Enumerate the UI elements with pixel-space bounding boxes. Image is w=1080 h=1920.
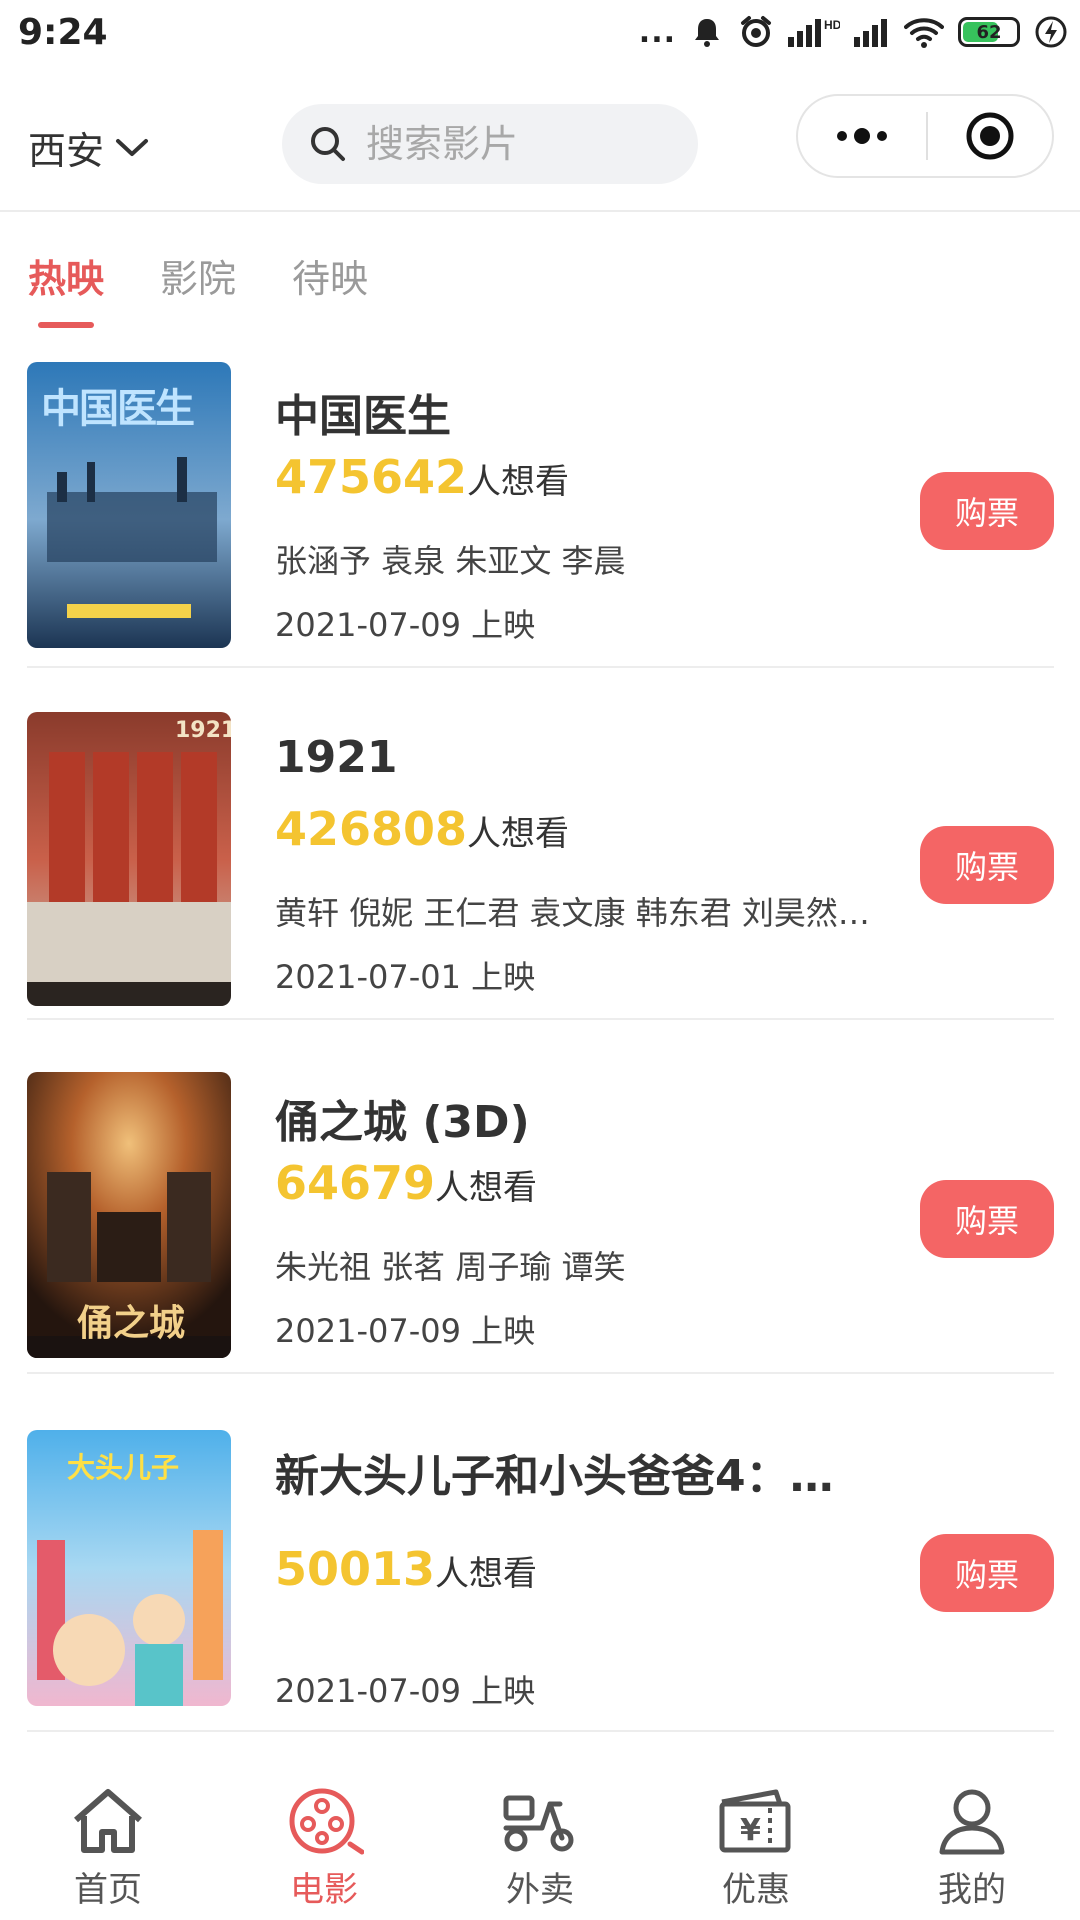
film-reel-icon (289, 1788, 364, 1855)
coupon-icon: ¥ (719, 1789, 791, 1853)
movie-title: 1921 (275, 732, 398, 783)
nav-profile[interactable]: 我的 (864, 1760, 1080, 1920)
movie-item[interactable]: 俑之城 俑之城 (3D) 64679 人想看 朱光祖 张茗 周子瑜 谭笑 202… (27, 1056, 1054, 1374)
alarm-icon (741, 16, 771, 47)
more-options-button[interactable] (798, 96, 926, 176)
category-tabs: 热映 影院 待映 (0, 212, 1080, 332)
scooter-icon (503, 1795, 574, 1852)
want-count: 50013 (275, 1542, 436, 1596)
battery-icon: 62 (958, 17, 1020, 47)
tab-now-showing[interactable]: 热映 (28, 248, 104, 303)
want-count: 475642 (275, 450, 468, 504)
chevron-down-icon (116, 138, 149, 156)
nav-takeout[interactable]: 外卖 (432, 1760, 648, 1920)
signal-icon (854, 19, 887, 47)
search-input[interactable] (364, 121, 688, 167)
movie-poster[interactable]: 俑之城 (27, 1072, 231, 1358)
buy-ticket-button[interactable]: 购票 (920, 1534, 1054, 1612)
nav-home[interactable]: 首页 (0, 1760, 216, 1920)
search-box[interactable] (282, 104, 698, 184)
nav-label: 我的 (938, 1870, 1006, 1910)
want-to-see: 426808 人想看 (275, 802, 569, 856)
poster-title: 俑之城 (77, 1303, 186, 1344)
status-bar: 9:24 ... HD 62 (0, 0, 1080, 72)
movie-title: 俑之城 (3D) (275, 1097, 530, 1148)
city-name: 西安 (28, 129, 105, 173)
wifi-icon (904, 18, 944, 48)
nav-label: 外卖 (506, 1870, 574, 1910)
miniprogram-capsule (796, 94, 1054, 178)
bottom-navigation: 首页 电影 外卖 ¥ 优惠 我的 (0, 1760, 1080, 1920)
release-date: 2021-07-01 上映 (275, 958, 536, 996)
want-count: 64679 (275, 1156, 436, 1210)
buy-ticket-button[interactable]: 购票 (920, 472, 1054, 550)
close-miniprogram-button[interactable] (928, 96, 1052, 176)
battery-level: 62 (976, 21, 1002, 43)
city-selector[interactable]: 西安 (28, 120, 150, 175)
search-icon (311, 127, 345, 161)
user-icon (939, 1789, 1005, 1855)
buy-ticket-button[interactable]: 购票 (920, 1180, 1054, 1258)
want-suffix: 人想看 (435, 1554, 538, 1594)
tab-coming-soon[interactable]: 待映 (292, 248, 368, 303)
movie-poster[interactable]: 大头儿子 (27, 1430, 231, 1706)
movie-poster[interactable]: 中国医生 (27, 362, 231, 648)
more-dots-icon (837, 128, 887, 144)
want-to-see: 64679 人想看 (275, 1156, 537, 1210)
svg-text:¥: ¥ (740, 1813, 761, 1848)
poster-title: 中国医生 (41, 386, 195, 432)
release-date: 2021-07-09 上映 (275, 1672, 536, 1710)
movie-cast: 张涵予 袁泉 朱亚文 李晨 (275, 542, 626, 580)
movie-title: 中国医生 (275, 391, 451, 442)
nav-label: 优惠 (722, 1870, 790, 1910)
poster-title: 1921 (175, 718, 231, 743)
want-count: 426808 (275, 802, 468, 856)
poster-title: 大头儿子 (67, 1451, 180, 1484)
more-notifications-text: ... (638, 14, 676, 50)
nav-movie[interactable]: 电影 (216, 1760, 432, 1920)
home-icon (74, 1789, 142, 1853)
active-tab-indicator (38, 322, 94, 328)
signal-hd-icon: HD (788, 18, 840, 47)
svg-text:HD: HD (824, 18, 840, 32)
movie-cast: 黄轩 倪妮 王仁君 袁文康 韩东君 刘昊然… (275, 894, 870, 932)
movie-item[interactable]: 大头儿子 新大头儿子和小头爸爸4：… 50013 人想看 2021-07-09 … (27, 1410, 1054, 1732)
nav-label: 电影 (290, 1870, 358, 1910)
want-suffix: 人想看 (435, 1168, 538, 1208)
movie-cast: 朱光祖 张茗 周子瑜 谭笑 (275, 1248, 626, 1286)
tab-cinemas[interactable]: 影院 (160, 248, 236, 303)
want-suffix: 人想看 (467, 814, 570, 854)
want-suffix: 人想看 (467, 462, 570, 502)
target-close-icon (966, 112, 1014, 160)
charging-icon (1035, 16, 1067, 48)
release-date: 2021-07-09 上映 (275, 1312, 536, 1350)
top-bar: 西安 (0, 80, 1080, 212)
nav-label: 首页 (74, 1870, 142, 1910)
status-icons: ... HD 62 (639, 14, 1068, 50)
want-to-see: 475642 人想看 (275, 450, 569, 504)
status-time: 9:24 (18, 12, 108, 53)
movie-item[interactable]: 1921 1921 426808 人想看 黄轩 倪妮 王仁君 袁文康 韩东君 刘… (27, 702, 1054, 1020)
nav-discount[interactable]: ¥ 优惠 (648, 1760, 864, 1920)
release-date: 2021-07-09 上映 (275, 606, 536, 644)
movie-title: 新大头儿子和小头爸爸4：… (275, 1451, 834, 1502)
movie-item[interactable]: 中国医生 中国医生 475642 人想看 张涵予 袁泉 朱亚文 李晨 2021-… (27, 350, 1054, 668)
want-to-see: 50013 人想看 (275, 1542, 537, 1596)
buy-ticket-button[interactable]: 购票 (920, 826, 1054, 904)
movie-poster[interactable]: 1921 (27, 712, 231, 1006)
notification-bell-icon (695, 19, 719, 47)
